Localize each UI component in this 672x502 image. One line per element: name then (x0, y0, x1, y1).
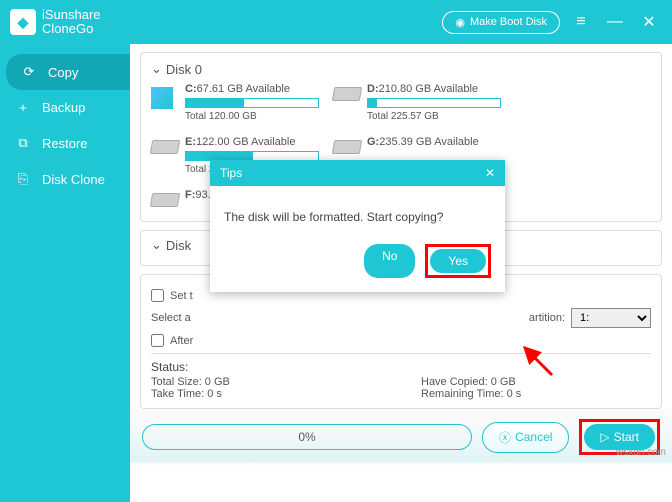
highlight-box: Yes (425, 244, 491, 278)
sidebar-item-label: Backup (42, 100, 85, 115)
status-title: Status: (151, 360, 651, 374)
dialog-titlebar: Tips ✕ (210, 160, 505, 186)
disc-icon: ◉ (455, 16, 465, 29)
decoration (130, 422, 672, 462)
dialog-close-button[interactable]: ✕ (485, 166, 495, 180)
menu-button[interactable]: ≡ (568, 9, 594, 35)
disk-icon (332, 87, 362, 101)
after-label: After (170, 335, 193, 347)
logo-icon: ◆ (10, 9, 36, 35)
disk0-title: Disk 0 (166, 62, 202, 77)
drive-d[interactable]: D:210.80 GB Available Total 225.57 GB (333, 83, 501, 122)
sidebar-item-label: Copy (48, 65, 78, 80)
make-boot-disk-button[interactable]: ◉ Make Boot Disk (442, 11, 560, 34)
sidebar-item-label: Restore (42, 136, 88, 151)
status-remaining-time: Remaining Time: 0 s (421, 388, 601, 400)
sidebar-item-disk-clone[interactable]: ⎘ Disk Clone (0, 161, 130, 197)
chevron-down-icon[interactable]: ⌄ (151, 237, 162, 253)
minimize-button[interactable]: — (602, 9, 628, 35)
restore-icon: ⧉ (14, 135, 32, 151)
partition-select[interactable]: 1: (571, 308, 651, 328)
disk-clone-icon: ⎘ (14, 171, 32, 187)
set-label: Set t (170, 290, 193, 302)
status-total-size: Total Size: 0 GB (151, 376, 331, 388)
partition-label: artition: (529, 312, 565, 324)
disk-icon (332, 140, 362, 154)
select-label: Select a (151, 312, 191, 324)
arrow-annotation (517, 340, 557, 380)
disk-other-title: Disk (166, 238, 191, 253)
status-section: Status: Total Size: 0 GB Take Time: 0 s … (151, 360, 651, 400)
watermark: wsxdn.com (616, 447, 666, 458)
after-checkbox[interactable] (151, 334, 164, 347)
backup-icon: + (14, 100, 32, 115)
windows-icon (151, 87, 173, 109)
status-take-time: Take Time: 0 s (151, 388, 331, 400)
boot-disk-label: Make Boot Disk (470, 16, 547, 28)
dialog-yes-button[interactable]: Yes (430, 249, 486, 273)
chevron-down-icon[interactable]: ⌄ (151, 61, 162, 77)
sidebar-item-copy[interactable]: ⟳ Copy (6, 54, 130, 90)
set-checkbox[interactable] (151, 289, 164, 302)
sidebar: ⟳ Copy + Backup ⧉ Restore ⎘ Disk Clone (0, 44, 130, 502)
sidebar-item-backup[interactable]: + Backup (0, 90, 130, 125)
confirm-dialog: Tips ✕ The disk will be formatted. Start… (210, 160, 505, 292)
dialog-message: The disk will be formatted. Start copyin… (210, 186, 505, 228)
app-window: ◆ iSunshare CloneGo ◉ Make Boot Disk ≡ —… (0, 0, 672, 502)
close-button[interactable]: ✕ (636, 9, 662, 35)
logo-text: iSunshare CloneGo (42, 8, 101, 36)
dialog-title: Tips (220, 166, 242, 180)
options-panel: Set t Select a artition: 1: After Status… (140, 274, 662, 409)
copy-icon: ⟳ (20, 64, 38, 80)
status-have-copied: Have Copied: 0 GB (421, 376, 601, 388)
titlebar: ◆ iSunshare CloneGo ◉ Make Boot Disk ≡ —… (0, 0, 672, 44)
sidebar-item-restore[interactable]: ⧉ Restore (0, 125, 130, 161)
disk-icon (150, 140, 180, 154)
disk-icon (150, 193, 180, 207)
dialog-no-button[interactable]: No (364, 244, 415, 278)
sidebar-item-label: Disk Clone (42, 172, 105, 187)
app-logo: ◆ iSunshare CloneGo (10, 8, 101, 36)
drive-c[interactable]: C:67.61 GB Available Total 120.00 GB (151, 83, 319, 122)
